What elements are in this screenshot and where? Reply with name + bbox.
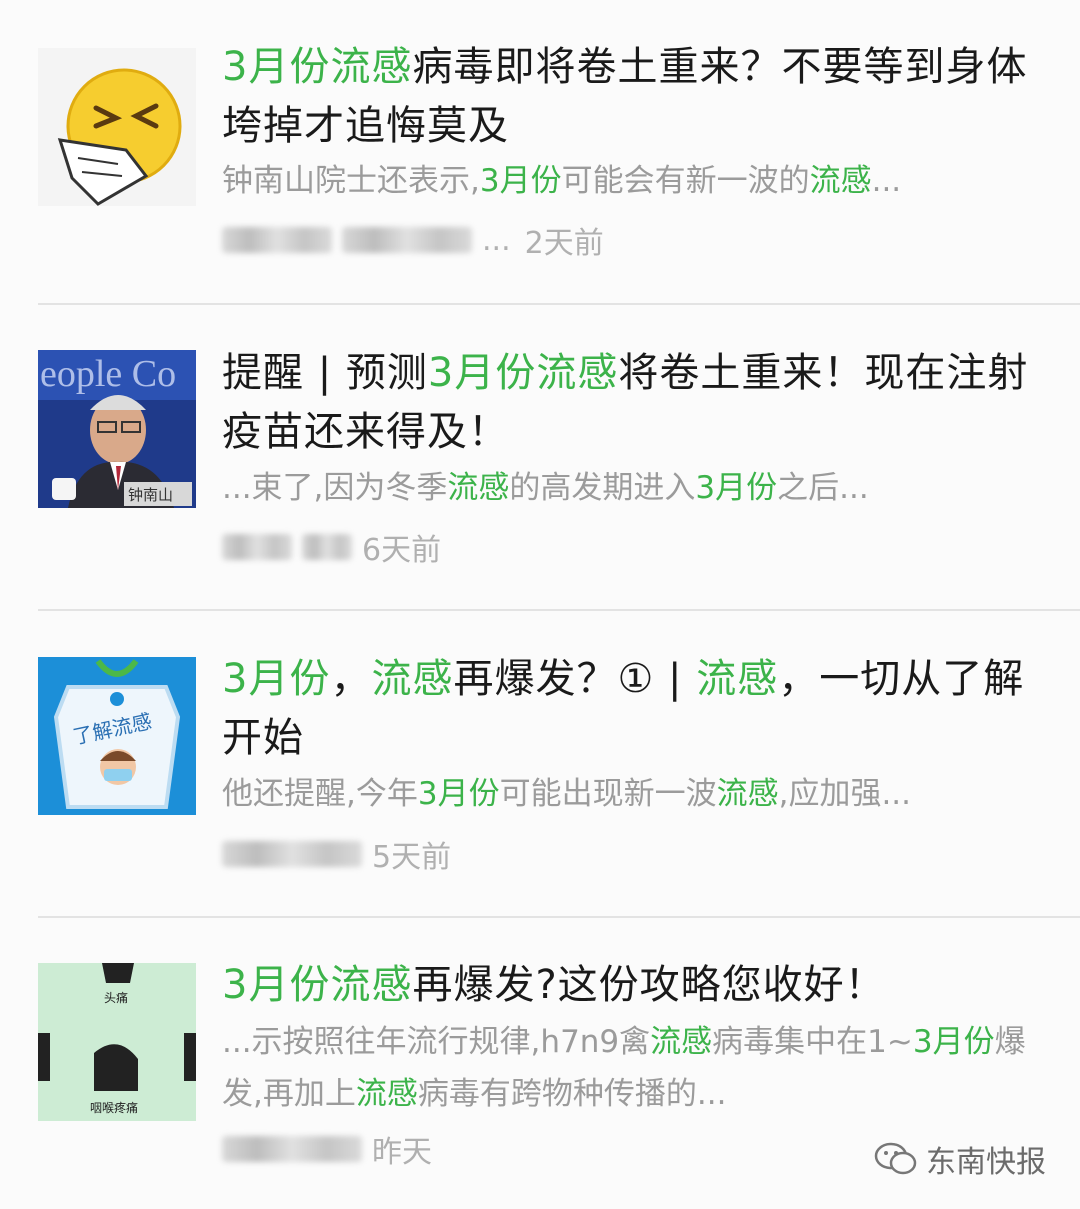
blurred-source xyxy=(302,534,352,560)
watermark: 东南快报 xyxy=(874,1137,1046,1181)
text-segment: 病毒集中在1~ xyxy=(712,1024,913,1060)
blurred-source xyxy=(342,227,472,253)
article-title[interactable]: 3月份流感再爆发?这份攻略您收好！ xyxy=(222,956,1052,1015)
article-meta: ... 2天前 xyxy=(222,220,604,261)
text-segment: 钟南山院士还表示, xyxy=(222,163,480,199)
text-segment: ...示按照往年流行规律,h7n9禽 xyxy=(222,1024,651,1060)
highlight-keyword: 流感 xyxy=(716,776,779,812)
thumbnail-label: 头痛 xyxy=(104,991,129,1005)
highlight-keyword: 流感 xyxy=(371,656,454,702)
thumbnail-caption: 钟南山 xyxy=(128,486,174,504)
text-segment: 病毒有跨物种传播的... xyxy=(417,1076,727,1112)
sneezing-face-icon xyxy=(57,68,182,206)
text-segment: 可能会有新一波的 xyxy=(561,163,810,199)
text-segment: 再爆发?这份攻略您收好！ xyxy=(412,962,886,1008)
text-segment: ... xyxy=(871,163,902,199)
text-segment: ， xyxy=(330,656,372,702)
text-segment: 他还提醒,今年 xyxy=(222,776,418,812)
article-meta: 5天前 xyxy=(222,834,452,875)
article-time: 2天前 xyxy=(524,226,604,261)
blurred-source xyxy=(222,1136,362,1162)
highlight-keyword: 3月份 xyxy=(695,470,778,506)
text-segment: ...束了,因为冬季 xyxy=(222,470,448,506)
article-summary: ...示按照往年流行规律,h7n9禽流感病毒集中在1~3月份爆发,再加上流感病毒… xyxy=(222,1016,1052,1120)
text-segment: ,应加强... xyxy=(778,776,912,812)
article-thumbnail[interactable]: 了解流感 xyxy=(38,657,196,815)
highlight-keyword: 流感 xyxy=(696,656,779,702)
highlight-keyword: 3月份 xyxy=(479,163,562,199)
watermark-text: 东南快报 xyxy=(926,1145,1046,1180)
text-segment: 的高发期进入 xyxy=(509,470,696,506)
highlight-keyword: 流感 xyxy=(447,470,510,506)
highlight-keyword: 流感 xyxy=(809,163,872,199)
highlight-keyword: 3月份 xyxy=(912,1024,995,1060)
highlight-keyword: 流感 xyxy=(355,1076,418,1112)
article-thumbnail[interactable]: 头痛 咽喉疼痛 xyxy=(38,963,196,1121)
article-thumbnail[interactable] xyxy=(38,48,196,206)
divider xyxy=(38,609,1080,611)
text-segment: 再爆发？① | xyxy=(453,656,697,702)
article-summary: ...束了,因为冬季流感的高发期进入3月份之后... xyxy=(222,462,1052,514)
text-segment: 之后... xyxy=(777,470,869,506)
highlight-keyword: 3月份 xyxy=(417,776,500,812)
blurred-source xyxy=(222,841,362,867)
article-time: 6天前 xyxy=(362,533,442,568)
thumbnail-label: 咽喉疼痛 xyxy=(90,1101,139,1115)
text-segment: 提醒 | 预测 xyxy=(222,350,428,396)
highlight-keyword: 3月份流感 xyxy=(222,44,413,90)
wechat-icon xyxy=(874,1142,917,1175)
text-segment: 可能出现新一波 xyxy=(499,776,717,812)
article-time: 昨天 xyxy=(372,1135,432,1170)
divider xyxy=(38,303,1080,305)
article-thumbnail[interactable]: eople Co 钟南山 xyxy=(38,350,196,508)
highlight-keyword: 流感 xyxy=(650,1024,713,1060)
article-meta: 昨天 xyxy=(222,1129,432,1170)
article-meta: 6天前 xyxy=(222,527,442,568)
article-summary: 他还提醒,今年3月份可能出现新一波流感,应加强... xyxy=(222,768,1052,820)
highlight-keyword: 3月份 xyxy=(222,656,331,702)
article-title[interactable]: 3月份流感病毒即将卷土重来？不要等到身体垮掉才追悔莫及 xyxy=(222,38,1052,156)
article-summary: 钟南山院士还表示,3月份可能会有新一波的流感... xyxy=(222,155,1052,207)
article-title[interactable]: 3月份，流感再爆发？① | 流感，一切从了解开始 xyxy=(222,650,1052,768)
article-title[interactable]: 提醒 | 预测3月份流感将卷土重来！现在注射疫苗还来得及！ xyxy=(222,344,1052,462)
highlight-keyword: 3月份流感 xyxy=(427,350,619,396)
symptoms-icon xyxy=(38,963,196,1121)
divider xyxy=(38,916,1080,918)
svg-text:eople Co: eople Co xyxy=(40,353,176,395)
blurred-source xyxy=(222,227,332,253)
highlight-keyword: 3月份流感 xyxy=(222,962,413,1008)
blurred-source xyxy=(222,534,292,560)
article-time: 5天前 xyxy=(372,840,452,875)
